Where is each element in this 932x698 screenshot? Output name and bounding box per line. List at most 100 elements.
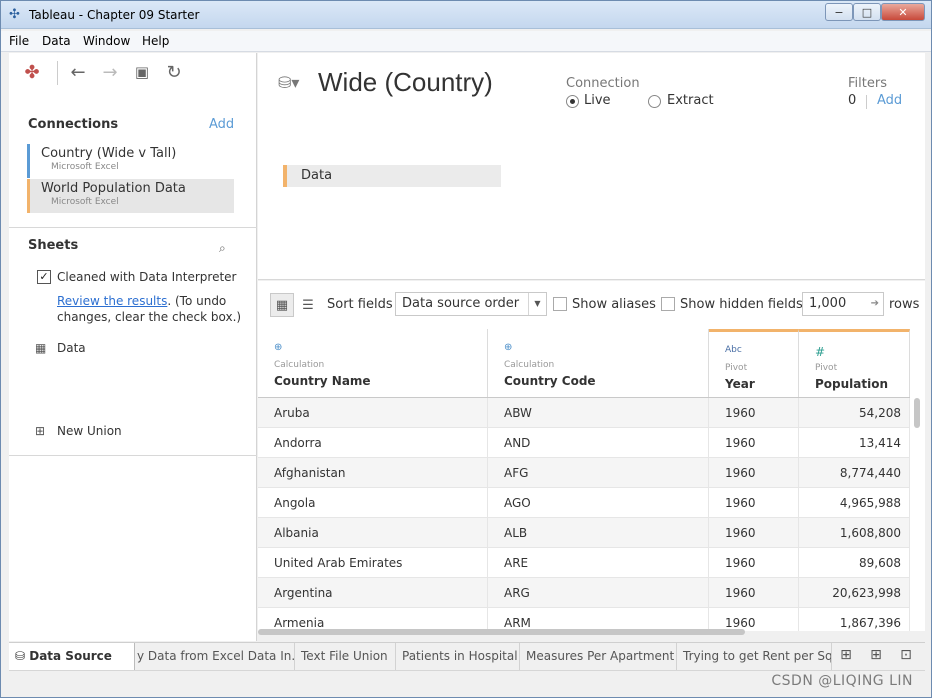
sort-fields-value: Data source order	[402, 296, 520, 311]
database-icon[interactable]: ⛁▾	[278, 73, 299, 92]
tab-label: Data Source	[29, 649, 112, 663]
refresh-icon[interactable]: ↻	[163, 61, 185, 83]
table-row[interactable]: Albania ALB 1960 1,608,800	[258, 518, 910, 548]
new-story-icon[interactable]: ⊡	[891, 647, 921, 663]
minimize-button[interactable]: −	[825, 3, 853, 21]
cell-country-code: AND	[488, 428, 709, 458]
datasource-title[interactable]: Wide (Country)	[318, 67, 493, 98]
column-header-year[interactable]: Abc Pivot Year	[709, 329, 799, 397]
menu-window[interactable]: Window	[83, 34, 130, 48]
new-union-item[interactable]: ⊞ New Union	[35, 424, 122, 438]
tab-measures-per-apartment[interactable]: Measures Per Apartment	[520, 643, 677, 670]
globe-icon[interactable]: ⊕	[274, 342, 282, 353]
pane-divider	[9, 455, 257, 456]
column-header-population[interactable]: # Pivot Population	[799, 329, 910, 397]
tab-patients-in-hospital[interactable]: Patients in Hospital	[396, 643, 520, 670]
review-results-text: Review the results. (To undo changes, cl…	[57, 293, 247, 325]
save-icon[interactable]: ▣	[131, 61, 153, 83]
show-aliases-checkbox[interactable]	[553, 297, 567, 311]
show-hidden-fields-checkbox[interactable]	[661, 297, 675, 311]
data-pane: ✤ ← → ▣ ↻ Connections Add Country (Wide …	[9, 53, 257, 641]
maximize-button[interactable]: □	[853, 3, 881, 21]
cell-country-code: ABW	[488, 398, 709, 428]
number-icon[interactable]: #	[815, 345, 825, 359]
table-row[interactable]: Afghanistan AFG 1960 8,774,440	[258, 458, 910, 488]
filters-label: Filters	[848, 76, 887, 91]
add-connection-link[interactable]: Add	[209, 117, 234, 132]
connection-item-world-population[interactable]: World Population Data Microsoft Excel	[27, 179, 234, 213]
new-worksheet-icon[interactable]: ⊞	[831, 647, 861, 663]
tab-text-file-union[interactable]: Text File Union	[295, 643, 396, 670]
title-bar: ✣ Tableau - Chapter 09 Starter − □ ✕	[1, 1, 931, 29]
cell-country-name: Andorra	[258, 428, 488, 458]
connection-item-country[interactable]: Country (Wide v Tall) Microsoft Excel	[27, 144, 234, 178]
app-window: ✣ Tableau - Chapter 09 Starter − □ ✕ Fil…	[0, 0, 932, 698]
column-kind: Calculation	[504, 360, 555, 370]
grid-view-icon[interactable]: ▦	[270, 293, 294, 317]
cell-country-name: Afghanistan	[258, 458, 488, 488]
column-name: Country Code	[504, 374, 596, 388]
tab-data-source[interactable]: ⛁ Data Source	[9, 643, 135, 670]
cell-population: 1,608,800	[799, 518, 910, 548]
new-dashboard-icon[interactable]: ⊞	[861, 647, 891, 663]
cell-country-name: Argentina	[258, 578, 488, 608]
globe-icon[interactable]: ⊕	[504, 342, 512, 353]
cell-population: 8,774,440	[799, 458, 910, 488]
window-title: Tableau - Chapter 09 Starter	[29, 8, 200, 22]
vertical-scrollbar[interactable]	[913, 398, 921, 628]
cell-country-name: Angola	[258, 488, 488, 518]
close-button[interactable]: ✕	[881, 3, 925, 21]
menu-help[interactable]: Help	[142, 34, 169, 48]
review-results-link[interactable]: Review the results	[57, 294, 167, 308]
sort-fields-select[interactable]: Data source order ▼	[395, 292, 547, 316]
search-icon[interactable]: ⌕	[219, 241, 226, 256]
tableau-logo-icon[interactable]: ✤	[21, 61, 43, 83]
table-row[interactable]: Argentina ARG 1960 20,623,998	[258, 578, 910, 608]
pane-divider	[9, 227, 257, 228]
column-name: Year	[725, 377, 755, 391]
rows-input[interactable]: 1,000 ➔	[802, 292, 884, 316]
rows-value: 1,000	[809, 296, 847, 311]
cell-population: 4,965,988	[799, 488, 910, 518]
tab-excel-data-interpreter[interactable]: y Data from Excel Data In...	[135, 643, 295, 670]
table-chip[interactable]: Data	[283, 165, 501, 187]
column-kind: Pivot	[815, 363, 838, 373]
column-header-country-code[interactable]: ⊕ Calculation Country Code	[488, 329, 709, 397]
column-kind: Pivot	[725, 363, 748, 373]
arrow-right-icon[interactable]: ➔	[871, 293, 879, 315]
data-interpreter-checkbox[interactable]: ✓	[37, 270, 51, 284]
tab-rent-per-square[interactable]: Trying to get Rent per Squ...	[677, 643, 832, 670]
tableau-app-icon: ✣	[9, 7, 20, 22]
scrollbar-thumb[interactable]	[258, 629, 745, 635]
abc-icon[interactable]: Abc	[725, 345, 742, 355]
column-header-country-name[interactable]: ⊕ Calculation Country Name	[258, 329, 488, 397]
sheets-title: Sheets	[28, 238, 79, 253]
list-view-icon[interactable]: ☰	[296, 293, 320, 317]
extract-radio[interactable]	[648, 95, 661, 108]
window-controls: − □ ✕	[825, 3, 925, 21]
connection-type: Microsoft Excel	[51, 197, 119, 207]
cell-population: 89,608	[799, 548, 910, 578]
connection-label: Connection	[566, 76, 640, 91]
horizontal-scrollbar[interactable]	[258, 628, 925, 636]
menu-file[interactable]: File	[9, 34, 29, 48]
show-hidden-fields-label: Show hidden fields	[680, 297, 803, 312]
sheet-tab-bar: ⛁ Data Source y Data from Excel Data In.…	[9, 642, 925, 670]
scrollbar-thumb[interactable]	[914, 398, 920, 428]
connection-type: Microsoft Excel	[51, 162, 119, 172]
table-row[interactable]: Aruba ABW 1960 54,208	[258, 398, 910, 428]
left-toolbar: ✤ ← → ▣ ↻	[9, 53, 257, 93]
table-row[interactable]: Angola AGO 1960 4,965,988	[258, 488, 910, 518]
forward-arrow-icon[interactable]: →	[99, 61, 121, 83]
sheet-item-data[interactable]: ▦ Data	[35, 341, 86, 355]
table-row[interactable]: Andorra AND 1960 13,414	[258, 428, 910, 458]
live-radio[interactable]	[566, 95, 579, 108]
menu-bar: File Data Window Help	[1, 31, 931, 52]
table-row[interactable]: United Arab Emirates ARE 1960 89,608	[258, 548, 910, 578]
add-filter-link[interactable]: Add	[877, 93, 902, 108]
menu-data[interactable]: Data	[42, 34, 71, 48]
grid-toolbar: ▦ ☰ Sort fields Data source order ▼ Show…	[258, 281, 925, 329]
cell-year: 1960	[709, 548, 799, 578]
back-arrow-icon[interactable]: ←	[67, 61, 89, 83]
csdn-watermark: CSDN @LIQING LIN	[771, 673, 913, 689]
